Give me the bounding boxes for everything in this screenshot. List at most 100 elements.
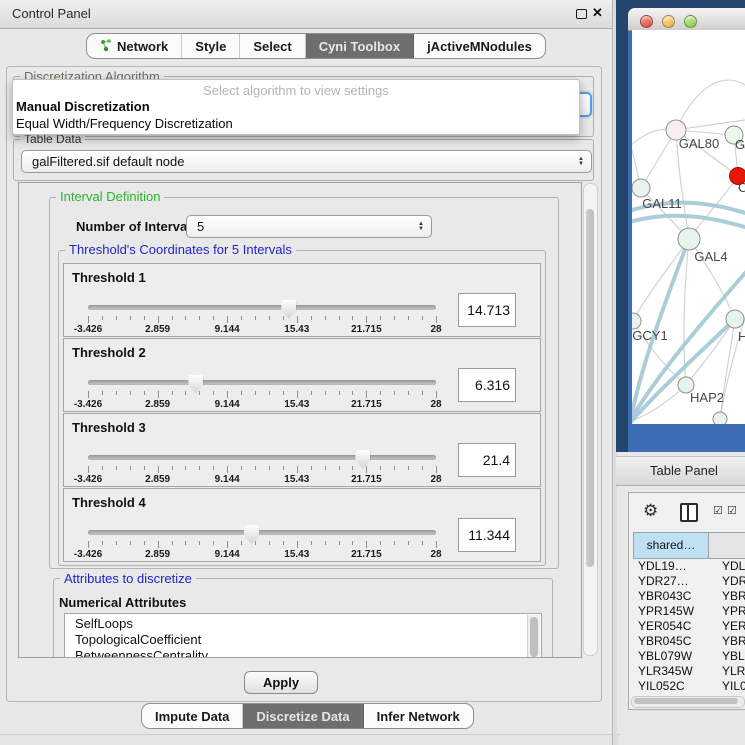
tab-label: Infer Network — [377, 709, 460, 724]
tab-style[interactable]: Style — [182, 34, 240, 58]
slider-tick — [185, 466, 186, 470]
slider-handle[interactable] — [244, 525, 259, 544]
slider-tick — [325, 541, 326, 545]
slider-tick — [325, 466, 326, 470]
slider-tick — [366, 391, 367, 398]
attribute-list-item[interactable]: TopologicalCoefficient — [65, 632, 541, 648]
slider-handle[interactable] — [188, 375, 203, 394]
spinner-arrows-icon[interactable]: ▲ ▼ — [578, 157, 584, 167]
number-of-intervals-select[interactable]: 5 ▲ ▼ — [186, 215, 432, 238]
gear-icon[interactable]: ⚙ — [643, 502, 658, 519]
close-traffic-light-icon[interactable] — [640, 15, 653, 28]
spinner-arrows-icon[interactable]: ▲ ▼ — [418, 222, 424, 232]
slider-tick — [339, 391, 340, 395]
network-node-gal11[interactable] — [632, 179, 650, 197]
threshold-panel-4: Threshold 411.344-3.4262.8599.14415.4321… — [63, 488, 541, 562]
slider-tick — [227, 541, 228, 548]
slider-tick — [366, 541, 367, 548]
algorithm-option-1[interactable]: Manual Discretization — [16, 99, 150, 114]
network-node-gal4[interactable] — [678, 228, 700, 250]
network-edge — [676, 80, 745, 130]
attributes-list[interactable]: SelfLoopsTopologicalCoefficientBetweenne… — [64, 613, 542, 658]
algorithm-option-2[interactable]: Equal Width/Frequency Discretization — [16, 116, 233, 131]
network-window-titlebar[interactable] — [628, 8, 745, 31]
table-row[interactable]: YBR045CYBR0 — [633, 634, 745, 649]
table-cell: YDR27… — [633, 574, 714, 589]
close-icon[interactable]: ✕ — [592, 5, 603, 21]
slider-tick-label: 9.144 — [215, 549, 240, 560]
table-row[interactable]: YLR345WYLR3 — [633, 664, 745, 679]
slider-tick — [158, 391, 159, 398]
table-row[interactable]: YDR27…YDR2 — [633, 574, 745, 589]
network-node-gcy1[interactable] — [632, 313, 641, 329]
split-columns-icon[interactable] — [680, 503, 698, 522]
network-node-h[interactable] — [726, 310, 744, 328]
slider-tick — [339, 541, 340, 545]
network-node-label: GAL11 — [642, 196, 682, 211]
slider-tick-label: 9.144 — [215, 324, 240, 335]
zoom-traffic-light-icon[interactable] — [684, 15, 697, 28]
network-view-window[interactable]: GAL80G.CGAL11GAL4GCY1HHAP2 — [628, 8, 745, 452]
table-hscrollbar[interactable] — [631, 696, 745, 708]
table-row[interactable]: YBR043CYBR0 — [633, 589, 745, 604]
slider-tick-label: 28 — [430, 549, 441, 560]
slider-tick — [339, 466, 340, 470]
slider-tick — [269, 391, 270, 395]
slider-tick — [366, 316, 367, 323]
threshold-slider[interactable]: -3.4262.8599.14415.4321.71528 — [64, 339, 540, 411]
apply-button[interactable]: Apply — [244, 671, 318, 694]
tab-network[interactable]: Network — [87, 34, 182, 58]
tab-infer-network[interactable]: Infer Network — [364, 704, 473, 728]
table-row[interactable]: YBL079WYBL0 — [633, 649, 745, 664]
attribute-list-item[interactable]: BetweennessCentrality — [65, 648, 541, 658]
threshold-slider[interactable]: -3.4262.8599.14415.4321.71528 — [64, 489, 540, 561]
table-column-header[interactable]: shared… — [633, 532, 709, 559]
attributes-list-scrollbar[interactable] — [527, 615, 540, 658]
slider-tick — [408, 391, 409, 395]
float-window-icon[interactable] — [576, 9, 587, 19]
slider-tick — [144, 316, 145, 320]
tab-label: Style — [195, 39, 226, 54]
slider-tick — [352, 466, 353, 470]
tab-cyni-toolbox[interactable]: Cyni Toolbox — [306, 34, 414, 58]
attributes-group-title: Attributes to discretize — [60, 572, 196, 585]
slider-tick — [311, 541, 312, 545]
table-cell: YER054C — [633, 619, 714, 634]
attribute-list-item[interactable]: SelfLoops — [65, 616, 541, 632]
slider-tick-label: 21.715 — [351, 549, 382, 560]
slider-handle[interactable] — [355, 450, 370, 469]
table-data-select[interactable]: galFiltered.sif default node ▲ ▼ — [21, 150, 592, 173]
network-canvas[interactable]: GAL80G.CGAL11GAL4GCY1HHAP2 — [632, 30, 745, 424]
tab-select[interactable]: Select — [240, 34, 305, 58]
slider-tick — [227, 466, 228, 473]
table-row[interactable]: YPR145WYPR1 — [633, 604, 745, 619]
table-row[interactable]: YIL052CYIL0 — [633, 679, 745, 694]
slider-tick — [102, 541, 103, 545]
slider-tick — [199, 541, 200, 545]
settings-panel-scrollbar[interactable] — [583, 183, 598, 656]
tab-impute-data[interactable]: Impute Data — [142, 704, 243, 728]
table-row[interactable]: YDL19…YDL1 — [633, 559, 745, 574]
tab-jactivemnodules[interactable]: jActiveMNodules — [414, 34, 545, 58]
slider-tick — [185, 391, 186, 395]
tab-discretize-data[interactable]: Discretize Data — [243, 704, 363, 728]
network-node[interactable] — [713, 412, 727, 424]
slider-tick-label: 15.43 — [284, 549, 309, 560]
network-node-label: GCY1 — [632, 328, 667, 343]
table-column-header[interactable]: na — [709, 532, 745, 559]
slider-tick — [380, 391, 381, 395]
table-cell: YIL052C — [633, 679, 714, 694]
minimize-traffic-light-icon[interactable] — [662, 15, 675, 28]
checkbox-icon[interactable]: ☑ — [713, 506, 723, 517]
control-panel-tab-bar: Network Style SelectCyni ToolboxjActiveMNo… — [86, 33, 546, 59]
slider-tick-label: 15.43 — [284, 324, 309, 335]
table-row[interactable]: YER054CYER0 — [633, 619, 745, 634]
number-of-intervals-value: 5 — [197, 219, 204, 234]
threshold-slider[interactable]: -3.4262.8599.14415.4321.71528 — [64, 414, 540, 486]
slider-tick — [436, 391, 437, 398]
slider-tick — [311, 316, 312, 320]
algorithm-dropdown-popup: Select algorithm to view settings Manual… — [12, 79, 580, 135]
threshold-slider[interactable]: -3.4262.8599.14415.4321.71528 — [64, 264, 540, 336]
number-of-intervals-label: Number of Intervals — [76, 219, 198, 234]
checkbox-icon[interactable]: ☑ — [727, 506, 737, 517]
